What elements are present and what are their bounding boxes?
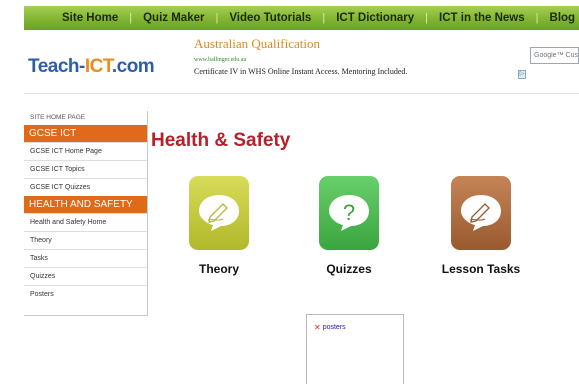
svg-text:?: ?: [343, 200, 355, 225]
nav-site-home[interactable]: Site Home: [62, 12, 118, 24]
top-navigation-bar: Site Home | Quiz Maker | Video Tutorials…: [24, 6, 579, 30]
nav-blog[interactable]: Blog: [550, 12, 576, 24]
sidebar-item-quizzes[interactable]: Quizzes: [24, 267, 147, 285]
nav-separator: |: [425, 12, 429, 24]
page-title: Health & Safety: [151, 130, 291, 151]
sidebar-item-site-home[interactable]: SITE HOME PAGE: [24, 111, 147, 125]
theory-label[interactable]: Theory: [179, 262, 259, 276]
theory-tile[interactable]: [189, 176, 249, 250]
nav-separator: |: [322, 12, 326, 24]
theory-card[interactable]: Theory: [179, 176, 259, 276]
quizzes-label[interactable]: Quizzes: [309, 262, 389, 276]
ad-url[interactable]: www.ballinger.edu.au: [194, 57, 514, 63]
sidebar-item-theory[interactable]: Theory: [24, 231, 147, 249]
pencil-bubble-icon: [199, 195, 239, 231]
sidebar-item-gcse-quizzes[interactable]: GCSE ICT Quizzes: [24, 178, 147, 196]
nav-separator: |: [129, 12, 133, 24]
search-input[interactable]: [530, 47, 579, 64]
broken-image-icon: ✕: [314, 323, 321, 332]
posters-frame: ✕ posters: [306, 314, 404, 384]
pencil-bubble-icon: [461, 195, 501, 231]
broken-image-alt: posters: [322, 324, 346, 331]
quizzes-card[interactable]: ? Quizzes: [309, 176, 389, 276]
sidebar-item-hs-home[interactable]: Health and Safety Home: [24, 213, 147, 231]
sidebar-section-health-safety[interactable]: HEALTH AND SAFETY: [24, 196, 147, 213]
site-header: Teach-ICT.com Australian Qualification w…: [24, 30, 579, 94]
logo-text-ict: ICT: [84, 56, 113, 77]
lesson-tasks-label[interactable]: Lesson Tasks: [441, 262, 521, 276]
sidebar-section-gcse-ict[interactable]: GCSE ICT: [24, 125, 147, 142]
advertisement: Australian Qualification www.ballinger.e…: [194, 36, 514, 88]
lesson-tasks-tile[interactable]: [451, 176, 511, 250]
nav-ict-dictionary[interactable]: ICT Dictionary: [336, 12, 414, 24]
quizzes-tile[interactable]: ?: [319, 176, 379, 250]
nav-separator: |: [535, 12, 539, 24]
ad-text: Certificate IV in WHS Online Instant Acc…: [194, 67, 408, 76]
sidebar-item-gcse-topics[interactable]: GCSE ICT Topics: [24, 160, 147, 178]
lesson-tasks-card[interactable]: Lesson Tasks: [441, 176, 521, 276]
logo-text-teach: Teach-: [28, 56, 85, 77]
site-logo[interactable]: Teach-ICT.com: [28, 56, 155, 78]
sidebar-item-gcse-home[interactable]: GCSE ICT Home Page: [24, 142, 147, 160]
sidebar-item-tasks[interactable]: Tasks: [24, 249, 147, 267]
nav-separator: |: [215, 12, 219, 24]
sidebar-item-posters[interactable]: Posters: [24, 285, 147, 303]
nav-ict-in-the-news[interactable]: ICT in the News: [439, 12, 525, 24]
adchoices-icon[interactable]: ▷: [518, 70, 526, 79]
sidebar: SITE HOME PAGE GCSE ICT GCSE ICT Home Pa…: [24, 111, 148, 316]
nav-quiz-maker[interactable]: Quiz Maker: [143, 12, 204, 24]
ad-title[interactable]: Australian Qualification: [194, 36, 514, 52]
broken-image[interactable]: ✕ posters: [314, 323, 346, 332]
logo-text-com: .com: [111, 56, 155, 77]
nav-video-tutorials[interactable]: Video Tutorials: [229, 12, 311, 24]
question-bubble-icon: ?: [329, 195, 369, 231]
